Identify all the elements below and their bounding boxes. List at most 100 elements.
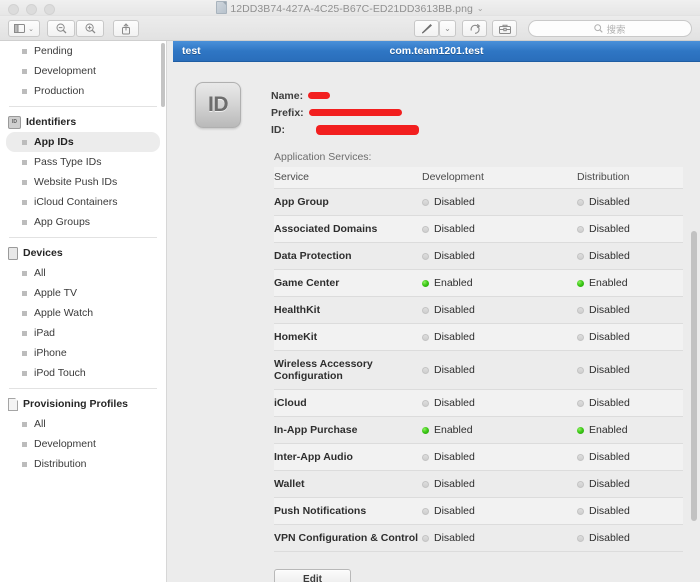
column-header-distribution[interactable]: Distribution <box>577 167 683 189</box>
table-row[interactable]: App Group Disabled Disabled <box>274 188 683 216</box>
markup-options-button[interactable]: ⌄ <box>439 20 456 37</box>
redacted-value <box>316 124 419 135</box>
sidebar-item-website-push-ids[interactable]: Website Push IDs <box>0 172 166 192</box>
cell-development: Disabled <box>422 443 577 471</box>
sidebar-item-distribution[interactable]: Distribution <box>0 454 166 474</box>
content-scrollbar-thumb[interactable] <box>691 231 697 521</box>
sidebar-item-iphone[interactable]: iPhone <box>0 343 166 363</box>
table-row[interactable]: HomeKit Disabled Disabled <box>274 323 683 351</box>
cell-distribution: Disabled <box>577 389 683 417</box>
bullet-icon <box>22 179 27 185</box>
sidebar-item-app-ids[interactable]: App IDs <box>6 132 160 152</box>
search-input[interactable]: 搜索 <box>528 20 692 37</box>
status-dot-disabled <box>422 453 429 461</box>
sidebar-group-devices[interactable]: Devices <box>0 243 166 263</box>
sidebar-item-production[interactable]: Production <box>0 81 166 101</box>
status-badge: Disabled <box>422 196 577 208</box>
sidebar-group-label: Identifiers <box>26 116 77 128</box>
table-row[interactable]: Push Notifications Disabled Disabled <box>274 497 683 525</box>
sidebar-group-identifiers[interactable]: ID Identifiers <box>0 112 166 132</box>
status-label: Disabled <box>434 223 475 235</box>
sidebar-group-provisioning-profiles[interactable]: Provisioning Profiles <box>0 394 166 414</box>
content-area: test com.team1201.test ID Name: Prefix: ID… <box>173 41 700 582</box>
table-row[interactable]: Wireless Accessory Configuration Disabled… <box>274 350 683 390</box>
sidebar-item-label: iPad <box>34 327 56 339</box>
table-row[interactable]: Data Protection Disabled Disabled <box>274 242 683 270</box>
sidebar-item-all[interactable]: All <box>0 414 166 434</box>
markup-button[interactable] <box>414 20 439 37</box>
status-label: Disabled <box>434 451 475 463</box>
column-header-service[interactable]: Service <box>274 167 422 189</box>
markup-toolbar-button[interactable] <box>492 20 517 37</box>
cell-service: Data Protection <box>274 242 422 270</box>
appid-field-name: Name: <box>271 87 419 104</box>
sidebar-item-pass-type-ids[interactable]: Pass Type IDs <box>0 152 166 172</box>
cell-development: Disabled <box>422 497 577 525</box>
sidebar-group-label: Provisioning Profiles <box>23 398 129 410</box>
sidebar-item-pending[interactable]: Pending <box>0 41 166 61</box>
zoom-in-button[interactable] <box>76 20 104 37</box>
sidebar-item-development[interactable]: Development <box>0 434 166 454</box>
status-label: Disabled <box>589 304 630 316</box>
appid-fields: Name: Prefix: ID: <box>271 82 419 138</box>
cell-service: HealthKit <box>274 296 422 324</box>
chevron-down-icon[interactable]: ⌄ <box>477 4 484 13</box>
status-label: Disabled <box>434 364 475 376</box>
zoom-in-icon <box>85 23 95 34</box>
sidebar-item-label: All <box>34 418 46 430</box>
edit-button[interactable]: Edit <box>274 569 351 582</box>
status-label: Enabled <box>589 277 628 289</box>
cell-distribution: Disabled <box>577 296 683 324</box>
sidebar-item-apple-tv[interactable]: Apple TV <box>0 283 166 303</box>
table-row[interactable]: Game Center Enabled Enabled <box>274 269 683 297</box>
table-row[interactable]: Associated Domains Disabled Disabled <box>274 215 683 243</box>
column-header-development[interactable]: Development <box>422 167 577 189</box>
status-badge: Enabled <box>422 277 577 289</box>
sidebar-item-icloud-containers[interactable]: iCloud Containers <box>0 192 166 212</box>
redacted-value <box>308 109 402 116</box>
sidebar-item-ipad[interactable]: iPad <box>0 323 166 343</box>
rotate-button[interactable] <box>462 20 487 37</box>
cell-development: Enabled <box>422 269 577 297</box>
sidebar-item-apple-watch[interactable]: Apple Watch <box>0 303 166 323</box>
cell-distribution: Disabled <box>577 215 683 243</box>
table-row[interactable]: Wallet Disabled Disabled <box>274 470 683 498</box>
bullet-icon <box>22 461 27 467</box>
status-label: Disabled <box>589 451 630 463</box>
table-row[interactable]: Inter-App Audio Disabled Disabled <box>274 443 683 471</box>
sidebar-item-app-groups[interactable]: App Groups <box>0 212 166 232</box>
bullet-icon <box>22 68 27 74</box>
table-row[interactable]: In-App Purchase Enabled Enabled <box>274 416 683 444</box>
status-label: Disabled <box>434 505 475 517</box>
status-badge: Enabled <box>577 277 683 289</box>
table-row[interactable]: HealthKit Disabled Disabled <box>274 296 683 324</box>
field-label: Prefix: <box>271 106 304 119</box>
cell-service: In-App Purchase <box>274 416 422 444</box>
chevron-down-icon: ⌄ <box>28 25 34 33</box>
cell-distribution: Disabled <box>577 497 683 525</box>
status-label: Disabled <box>589 505 630 517</box>
sidebar-item-label: Website Push IDs <box>34 176 118 188</box>
bullet-icon <box>22 330 27 336</box>
status-badge: Disabled <box>422 364 577 376</box>
sidebar-scrollbar-thumb[interactable] <box>161 43 165 107</box>
table-row[interactable]: VPN Configuration & Control Disabled Disab… <box>274 524 683 552</box>
sidebar-item-label: Development <box>34 438 96 450</box>
cell-distribution: Disabled <box>577 443 683 471</box>
cell-development: Disabled <box>422 215 577 243</box>
cell-distribution: Disabled <box>577 524 683 552</box>
window-title[interactable]: 12DD3B74-427A-4C25-B67C-ED21DD3613BB.png… <box>0 1 700 15</box>
table-row[interactable]: iCloud Disabled Disabled <box>274 389 683 417</box>
sidebar-item-all[interactable]: All <box>0 263 166 283</box>
sidebar-item-development[interactable]: Development <box>0 61 166 81</box>
cell-distribution: Disabled <box>577 188 683 216</box>
sidebar-toggle-button[interactable]: ⌄ <box>8 20 40 37</box>
share-button[interactable] <box>113 20 139 37</box>
status-badge: Disabled <box>577 505 683 517</box>
bullet-icon <box>22 370 27 376</box>
cell-service: iCloud <box>274 389 422 417</box>
status-dot-enabled <box>577 426 584 434</box>
sidebar-item-ipod-touch[interactable]: iPod Touch <box>0 363 166 383</box>
zoom-out-button[interactable] <box>47 20 75 37</box>
bullet-icon <box>22 199 27 205</box>
